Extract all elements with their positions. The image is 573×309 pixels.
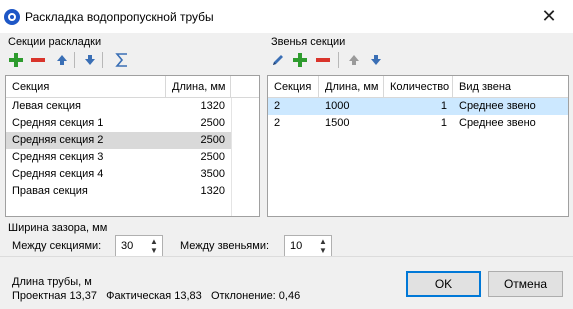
sections-group-label: Секции раскладки: [8, 36, 102, 48]
add-icon[interactable]: [6, 50, 26, 70]
move-down-icon[interactable]: [80, 50, 100, 70]
cell-count: 1: [440, 100, 447, 112]
links-group-label: Звенья секции: [271, 36, 346, 48]
title-bar: Раскладка водопропускной трубы ✕: [0, 0, 573, 33]
links-toolbar: [268, 50, 568, 72]
cell-section: 2: [274, 100, 281, 112]
column-header-length[interactable]: Длина, мм: [319, 76, 384, 98]
between-links-spinner[interactable]: 10 ▲ ▼: [284, 235, 332, 257]
cell-section-name: Левая секция: [12, 100, 82, 112]
cell-kind: Среднее звено: [459, 117, 536, 129]
cell-section-name: Средняя секция 4: [12, 168, 104, 180]
window-title: Раскладка водопропускной трубы: [25, 10, 214, 24]
header-filler: [231, 76, 259, 98]
remove-icon[interactable]: [313, 50, 333, 70]
between-sections-spinner[interactable]: 30 ▲ ▼: [115, 235, 163, 257]
between-links-label: Между звеньями:: [180, 240, 270, 252]
links-table[interactable]: Секция Длина, мм Количество Вид звена 2 …: [267, 75, 569, 217]
cell-kind: Среднее звено: [459, 100, 536, 112]
cancel-button[interactable]: Отмена: [488, 271, 563, 297]
cell-section-name: Средняя секция 1: [12, 117, 104, 129]
column-header-length[interactable]: Длина, мм: [166, 76, 231, 98]
column-header-section[interactable]: Секция: [268, 76, 319, 98]
remove-icon[interactable]: [28, 50, 48, 70]
spin-up-icon[interactable]: ▲: [317, 237, 329, 246]
spin-up-icon[interactable]: ▲: [148, 237, 160, 246]
sections-toolbar: [6, 50, 256, 72]
cell-length: 1000: [325, 100, 350, 112]
cell-length: 1320: [200, 100, 225, 112]
column-header-count[interactable]: Количество: [384, 76, 453, 98]
table-row[interactable]: 2 1500 1 Среднее звено: [268, 115, 568, 132]
move-down-icon[interactable]: [366, 50, 386, 70]
sum-icon[interactable]: [112, 50, 132, 70]
ok-button[interactable]: OK: [406, 271, 481, 297]
spin-down-icon[interactable]: ▼: [317, 246, 329, 255]
pipe-length-summary: Проектная 13,37 Фактическая 13,83 Отклон…: [12, 290, 301, 302]
cell-length: 2500: [200, 117, 225, 129]
close-button[interactable]: ✕: [538, 6, 560, 28]
cell-length: 3500: [200, 168, 225, 180]
between-sections-value: 30: [121, 240, 134, 252]
column-header-section[interactable]: Секция: [6, 76, 166, 98]
cell-section-name: Правая секция: [12, 185, 88, 197]
pipe-length-label: Длина трубы, м: [12, 276, 92, 288]
cell-length: 2500: [166, 132, 231, 149]
edit-icon[interactable]: [268, 50, 288, 70]
cell-count: 1: [440, 117, 447, 129]
move-up-icon[interactable]: [344, 50, 364, 70]
cell-length: 1500: [325, 117, 350, 129]
app-icon: [4, 9, 20, 25]
cell-section-name: Средняя секция 2: [6, 132, 166, 149]
cell-section: 2: [274, 117, 281, 129]
footer-panel: Длина трубы, м Проектная 13,37 Фактическ…: [0, 256, 573, 309]
table-row-selected[interactable]: 2 1000 1 Среднее звено: [268, 98, 568, 115]
sections-table[interactable]: Секция Длина, мм Левая секция 1320 Средн…: [5, 75, 260, 217]
cell-section-name: Средняя секция 3: [12, 151, 104, 163]
between-links-value: 10: [290, 240, 303, 252]
column-header-kind[interactable]: Вид звена: [453, 76, 568, 98]
cell-length: 2500: [200, 151, 225, 163]
move-up-icon[interactable]: [52, 50, 72, 70]
between-sections-label: Между секциями:: [12, 240, 102, 252]
spin-down-icon[interactable]: ▼: [148, 246, 160, 255]
gap-group-label: Ширина зазора, мм: [8, 222, 108, 234]
add-icon[interactable]: [290, 50, 310, 70]
cell-length: 1320: [200, 185, 225, 197]
